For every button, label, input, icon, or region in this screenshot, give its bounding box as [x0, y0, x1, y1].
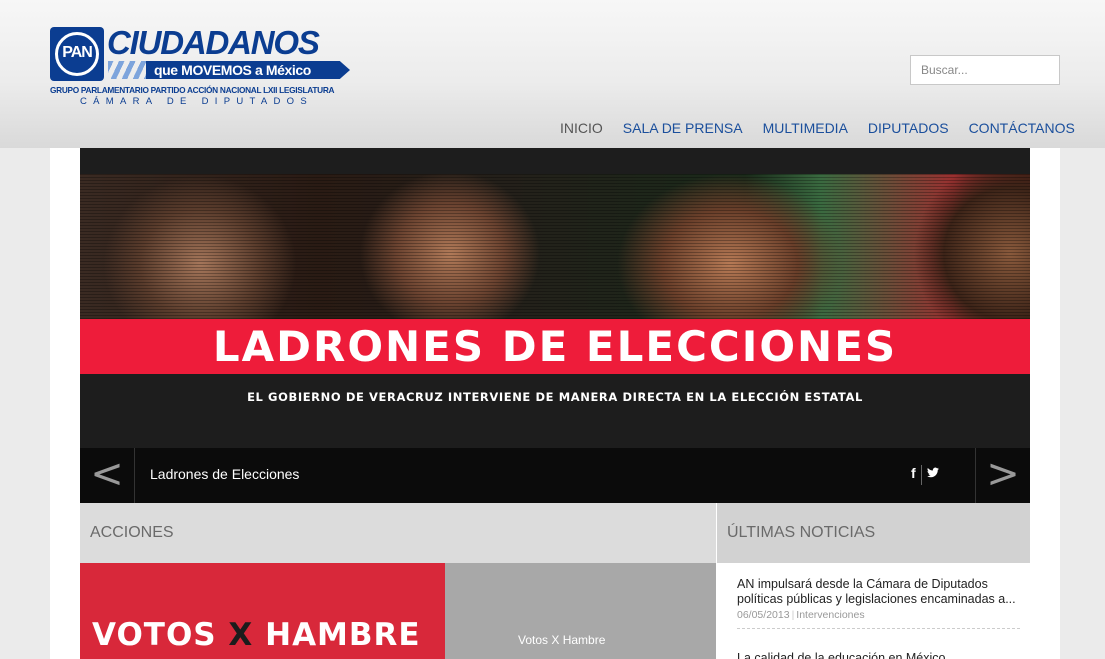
logo[interactable]: PAN CIUDADANOS que MOVEMOS a México GRUP… [50, 24, 350, 111]
logo-line2: CÁMARA DE DIPUTADOS [80, 96, 314, 107]
chevron-left-icon[interactable]: < [80, 448, 135, 503]
search-input[interactable] [910, 55, 1060, 85]
facebook-icon[interactable]: f [906, 465, 922, 485]
votos-hambre-title: VOTOS X HAMBRE [92, 617, 421, 653]
slide-image [80, 174, 1030, 319]
pan-badge-text: PAN [62, 44, 93, 61]
logo-line1: GRUPO PARLAMENTARIO PARTIDO ACCIÓN NACIO… [50, 85, 335, 95]
acciones-header: ACCIONES [80, 503, 716, 563]
pan-badge-icon: PAN [50, 27, 104, 81]
share-links: f [906, 465, 944, 485]
ultimas-noticias-header: ÚLTIMAS NOTICIAS [717, 503, 1030, 563]
list-item[interactable]: La calidad de la educación en México... [737, 651, 1020, 659]
slider-control-bar: < Ladrones de Elecciones f > [80, 448, 1030, 503]
slide-subtitle: EL GOBIERNO DE VERACRUZ INTERVIENE DE MA… [247, 390, 863, 404]
logo-stripes [108, 61, 148, 79]
nav-item-diputados[interactable]: DIPUTADOS [868, 120, 949, 138]
news-title[interactable]: La calidad de la educación en México... [737, 651, 1020, 659]
nav-item-multimedia[interactable]: MULTIMEDIA [763, 120, 848, 138]
news-date: 06/05/2013 [737, 609, 790, 621]
news-list: AN impulsará desde la Cámara de Diputado… [717, 563, 1030, 659]
votos-hambre-label[interactable]: Votos X Hambre [518, 633, 605, 647]
nav-item-sala-de-prensa[interactable]: SALA DE PRENSA [623, 120, 743, 138]
slide-title: LADRONES DE ELECCIONES [212, 322, 898, 371]
news-meta: 06/05/2013 | Intervenciones [737, 609, 865, 621]
nav-item-inicio[interactable]: INICIO [560, 120, 603, 138]
news-category[interactable]: Intervenciones [796, 609, 864, 621]
slide-caption[interactable]: Ladrones de Elecciones [150, 466, 299, 482]
chevron-right-icon[interactable]: > [975, 448, 1030, 503]
hero-slider[interactable]: LADRONES DE ELECCIONES EL GOBIERNO DE VE… [80, 148, 1030, 503]
logo-tagline: que MOVEMOS a México [154, 62, 311, 78]
divider [737, 621, 1020, 629]
votos-hambre-card[interactable]: Votos X Hambre [445, 563, 716, 659]
news-title[interactable]: AN impulsará desde la Cámara de Diputado… [737, 577, 1020, 606]
logo-title: CIUDADANOS [107, 24, 320, 61]
twitter-icon[interactable] [922, 465, 944, 485]
main-nav: INICIO SALA DE PRENSA MULTIMEDIA DIPUTAD… [560, 120, 1095, 138]
twitter-bird-svg [926, 467, 939, 478]
site-header: PAN CIUDADANOS que MOVEMOS a México GRUP… [0, 0, 1105, 148]
list-item[interactable]: AN impulsará desde la Cámara de Diputado… [737, 577, 1020, 629]
nav-item-contactanos[interactable]: CONTÁCTANOS [969, 120, 1075, 138]
votos-hambre-banner[interactable]: VOTOS X HAMBRE [80, 563, 445, 659]
